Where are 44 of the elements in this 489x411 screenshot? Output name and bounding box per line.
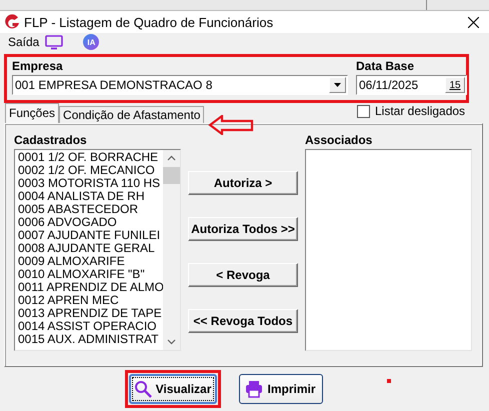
tab[interactable]: Funções: [5, 103, 60, 123]
checkbox[interactable]: [357, 104, 370, 118]
list-item[interactable]: 0002 1/2 OF. MECANICO: [18, 164, 155, 177]
printer-icon: [245, 380, 264, 398]
window-title: FLP - Listagem de Quadro de Funcionários: [24, 14, 274, 30]
annotation-arrow: [208, 115, 254, 135]
tab[interactable]: Condição de Afastamento: [59, 106, 204, 123]
preview-button[interactable]: Visualizar: [128, 374, 216, 404]
list-item[interactable]: 0001 1/2 OF. BORRACHE: [18, 151, 158, 164]
list-item[interactable]: 0007 AJUDANTE FUNILEI: [18, 229, 160, 242]
list-item[interactable]: 0004 ANALISTA DE RH: [18, 190, 145, 203]
field-label: Empresa: [12, 59, 63, 73]
date-field[interactable]: 06/11/2025 15: [356, 75, 467, 95]
list-item[interactable]: 0003 MOTORISTA 110 HS: [18, 177, 160, 190]
calendar-button[interactable]: 15: [445, 77, 465, 93]
list-item[interactable]: 0013 APRENDIZ DE TAPE: [18, 307, 162, 320]
list-item[interactable]: 0010 ALMOXARIFE "B": [18, 268, 145, 281]
scroll-thumb[interactable]: [163, 167, 180, 184]
list-item[interactable]: 0011 APRENDIZ DE ALMO: [18, 281, 163, 294]
action-button[interactable]: Autoriza >: [188, 171, 298, 195]
action-button[interactable]: Autoriza Todos >>: [188, 217, 298, 241]
list-label: Associados: [305, 133, 372, 147]
action-button[interactable]: << Revoga Todos: [188, 309, 298, 333]
list-label: Cadastrados: [14, 133, 87, 147]
ia-badge[interactable]: IA: [83, 34, 100, 50]
list-item[interactable]: 0014 ASSIST OPERACIO: [18, 320, 157, 333]
scrollbar[interactable]: [163, 150, 180, 350]
print-button[interactable]: Imprimir: [238, 374, 322, 404]
list-item[interactable]: 0006 ADVOGADO: [18, 216, 117, 229]
search-icon: [134, 380, 152, 398]
list-item[interactable]: 0009 ALMOXARIFE: [18, 255, 125, 268]
list-item[interactable]: 0015 AUX. ADMINISTRAT: [18, 333, 158, 346]
list-item[interactable]: 0012 APREN MEC: [18, 294, 119, 307]
field-label: Data Base: [356, 59, 414, 73]
list-box[interactable]: [14, 149, 181, 351]
app-logo-icon: [4, 14, 20, 30]
menu-item[interactable]: Saída: [8, 35, 40, 49]
checkbox-label: Listar desligados: [375, 104, 466, 118]
list-item[interactable]: 0008 AJUDANTE GERAL: [18, 242, 155, 255]
dropdown-arrow-icon: [334, 83, 341, 87]
action-button[interactable]: < Revoga: [188, 263, 298, 287]
list-item[interactable]: 0005 ABASTECEDOR: [18, 203, 138, 216]
company-dropdown[interactable]: 001 EMPRESA DEMONSTRACAO 8: [12, 75, 348, 95]
monitor-icon[interactable]: [45, 34, 64, 50]
